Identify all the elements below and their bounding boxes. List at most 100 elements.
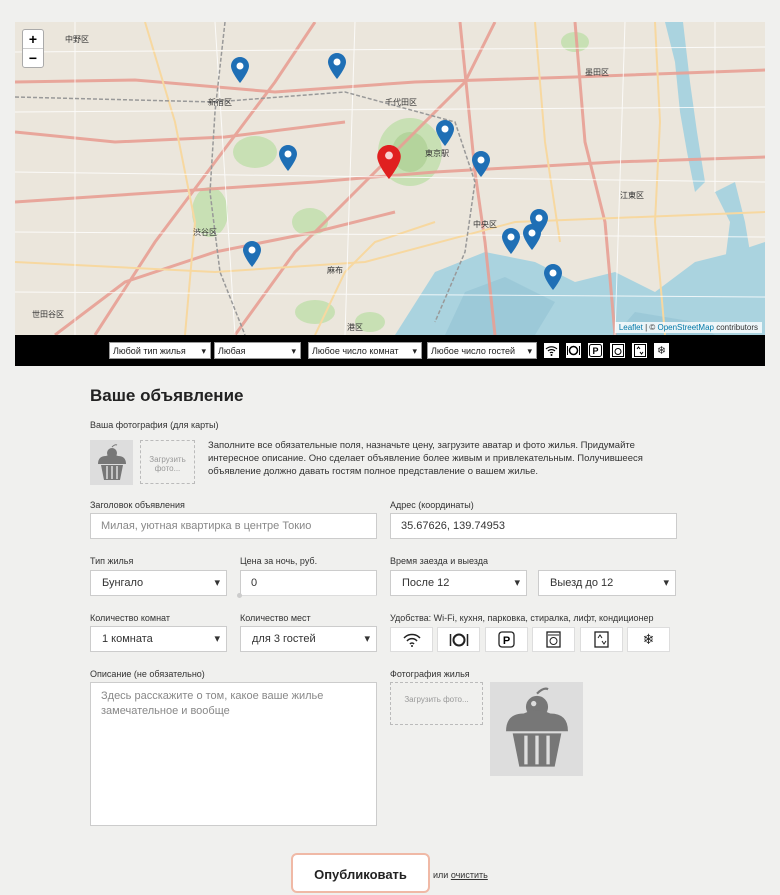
amenity-dinner-icon[interactable] xyxy=(437,627,480,652)
chevron-down-icon: ▾ xyxy=(412,346,417,356)
map-attribution: Leaflet | © OpenStreetMap contributors xyxy=(614,322,762,333)
chevron-down-icon: ▾ xyxy=(527,346,532,356)
map-pin-icon[interactable] xyxy=(328,53,346,79)
rooms-label: Количество комнат xyxy=(90,613,170,623)
map-label-azabu: 麻布 xyxy=(327,266,343,275)
filter-snowflake-icon[interactable]: ❄ xyxy=(653,342,670,359)
intro-text: Заполните все обязательные поля, назначь… xyxy=(208,440,643,477)
filter-price-value: Любая xyxy=(218,346,246,356)
photos-label: Фотография жилья xyxy=(390,669,470,679)
price-slider-track xyxy=(240,595,377,596)
filter-washer-icon[interactable] xyxy=(609,342,626,359)
address-input[interactable]: 35.67626, 139.74953 xyxy=(390,513,677,539)
map-pin-icon[interactable] xyxy=(243,241,261,267)
address-label: Адрес (координаты) xyxy=(390,500,474,510)
price-label: Цена за ночь, руб. xyxy=(240,556,318,566)
clear-link[interactable]: очистить xyxy=(451,870,488,880)
type-label: Тип жилья xyxy=(90,556,134,566)
map-pin-icon[interactable] xyxy=(231,57,249,83)
attribution-tail: contributors xyxy=(713,323,758,332)
chevron-down-icon: ▾ xyxy=(663,577,669,589)
housing-photo-preview xyxy=(490,682,583,776)
map-pin-icon[interactable] xyxy=(544,264,562,290)
filter-price-select[interactable]: Любая ▾ xyxy=(214,342,301,359)
filter-rooms-select[interactable]: Любое число комнат ▾ xyxy=(308,342,422,359)
avatar-preview xyxy=(90,440,133,485)
amenity-elevator-icon[interactable] xyxy=(580,627,623,652)
filter-guests-value: Любое число гостей xyxy=(431,346,516,356)
chevron-down-icon: ▾ xyxy=(214,633,220,645)
leaflet-link[interactable]: Leaflet xyxy=(619,323,643,332)
main-pin-icon[interactable] xyxy=(377,145,401,179)
page-title: Ваше объявление xyxy=(90,386,244,405)
chevron-down-icon: ▾ xyxy=(214,577,220,589)
checkin-select[interactable]: После 12 ▾ xyxy=(390,570,527,596)
photos-upload[interactable]: Загрузить фото... xyxy=(390,682,483,725)
type-select[interactable]: Бунгало ▾ xyxy=(90,570,227,596)
map-pin-icon[interactable] xyxy=(523,224,541,250)
amenity-washer-icon[interactable] xyxy=(532,627,575,652)
avatar-upload[interactable]: Загрузить фото... xyxy=(140,440,195,484)
attribution-sep: | © xyxy=(642,323,658,332)
osm-link[interactable]: OpenStreetMap xyxy=(657,323,713,332)
guests-select[interactable]: для 3 гостей ▾ xyxy=(240,626,377,652)
price-slider-handle[interactable] xyxy=(237,593,242,598)
heading-label: Заголовок объявления xyxy=(90,500,185,510)
svg-text:P: P xyxy=(592,346,598,356)
amenity-wifi-icon[interactable] xyxy=(390,627,433,652)
map-pin-icon[interactable] xyxy=(502,228,520,254)
filter-bar: Любой тип жилья ▾ Любая ▾ Любое число комн… xyxy=(15,335,765,366)
time-label: Время заезда и выезда xyxy=(390,556,488,566)
amenity-snowflake-icon[interactable]: ❄ xyxy=(627,627,670,652)
checkout-value: Выезд до 12 xyxy=(550,577,614,589)
checkout-select[interactable]: Выезд до 12 ▾ xyxy=(538,570,676,596)
filter-rooms-value: Любое число комнат xyxy=(312,346,399,356)
guests-value: для 3 гостей xyxy=(252,633,316,645)
map-pin-icon[interactable] xyxy=(436,120,454,146)
filter-wifi-icon[interactable] xyxy=(543,342,560,359)
price-input[interactable]: 0 xyxy=(240,570,377,596)
chevron-down-icon: ▾ xyxy=(514,577,520,589)
cupcake-icon xyxy=(505,687,568,767)
publish-button[interactable]: Опубликовать xyxy=(291,853,430,893)
map-label-shinjuku: 新宿区 xyxy=(208,98,232,107)
map-label-chiyoda: 千代田区 xyxy=(385,98,417,107)
checkin-value: После 12 xyxy=(402,577,450,589)
map-label-setagaya: 世田谷区 xyxy=(32,310,64,319)
chevron-down-icon: ▾ xyxy=(291,346,296,356)
top-strip xyxy=(0,0,780,13)
description-textarea[interactable]: Здесь расскажите о том, какое ваше жилье… xyxy=(90,682,377,826)
rooms-select[interactable]: 1 комната ▾ xyxy=(90,626,227,652)
map-label-sumida: 墨田区 xyxy=(585,68,609,77)
cupcake-icon xyxy=(97,443,126,480)
map-label-koto: 江東区 xyxy=(620,191,644,200)
description-label: Описание (не обязательно) xyxy=(90,669,205,679)
map-pin-icon[interactable] xyxy=(472,151,490,177)
zoom-control: + − xyxy=(22,29,44,68)
filter-type-select[interactable]: Любой тип жилья ▾ xyxy=(109,342,211,359)
amenity-parking-icon[interactable]: P xyxy=(485,627,528,652)
filter-elevator-icon[interactable] xyxy=(631,342,648,359)
svg-text:P: P xyxy=(503,635,510,647)
map-label-shibuya: 渋谷区 xyxy=(193,228,217,237)
heading-input[interactable]: Милая, уютная квартирка в центре Токио xyxy=(90,513,377,539)
or-text: или xyxy=(433,870,451,880)
map[interactable]: 中野区 新宿区 渋谷区 世田谷区 千代田区 東京駅 中央区 江東区 墨田区 港区… xyxy=(15,22,765,335)
photo-label: Ваша фотография (для карты) xyxy=(90,420,219,430)
type-value: Бунгало xyxy=(102,577,144,589)
chevron-down-icon: ▾ xyxy=(201,346,206,356)
map-label-chuo: 中央区 xyxy=(473,220,497,229)
map-label-nakano: 中野区 xyxy=(65,35,89,44)
filter-type-value: Любой тип жилья xyxy=(113,346,186,356)
zoom-out-button[interactable]: − xyxy=(23,48,43,67)
clear-wrapper: или очистить xyxy=(433,870,488,880)
zoom-in-button[interactable]: + xyxy=(23,30,43,48)
rooms-value: 1 комната xyxy=(102,633,153,645)
map-label-tokyo-station: 東京駅 xyxy=(425,149,449,158)
map-label-minato: 港区 xyxy=(347,323,363,332)
map-pin-icon[interactable] xyxy=(279,145,297,171)
filter-guests-select[interactable]: Любое число гостей ▾ xyxy=(427,342,537,359)
filter-dinner-icon[interactable] xyxy=(565,342,582,359)
chevron-down-icon: ▾ xyxy=(364,633,370,645)
filter-parking-icon[interactable]: P xyxy=(587,342,604,359)
